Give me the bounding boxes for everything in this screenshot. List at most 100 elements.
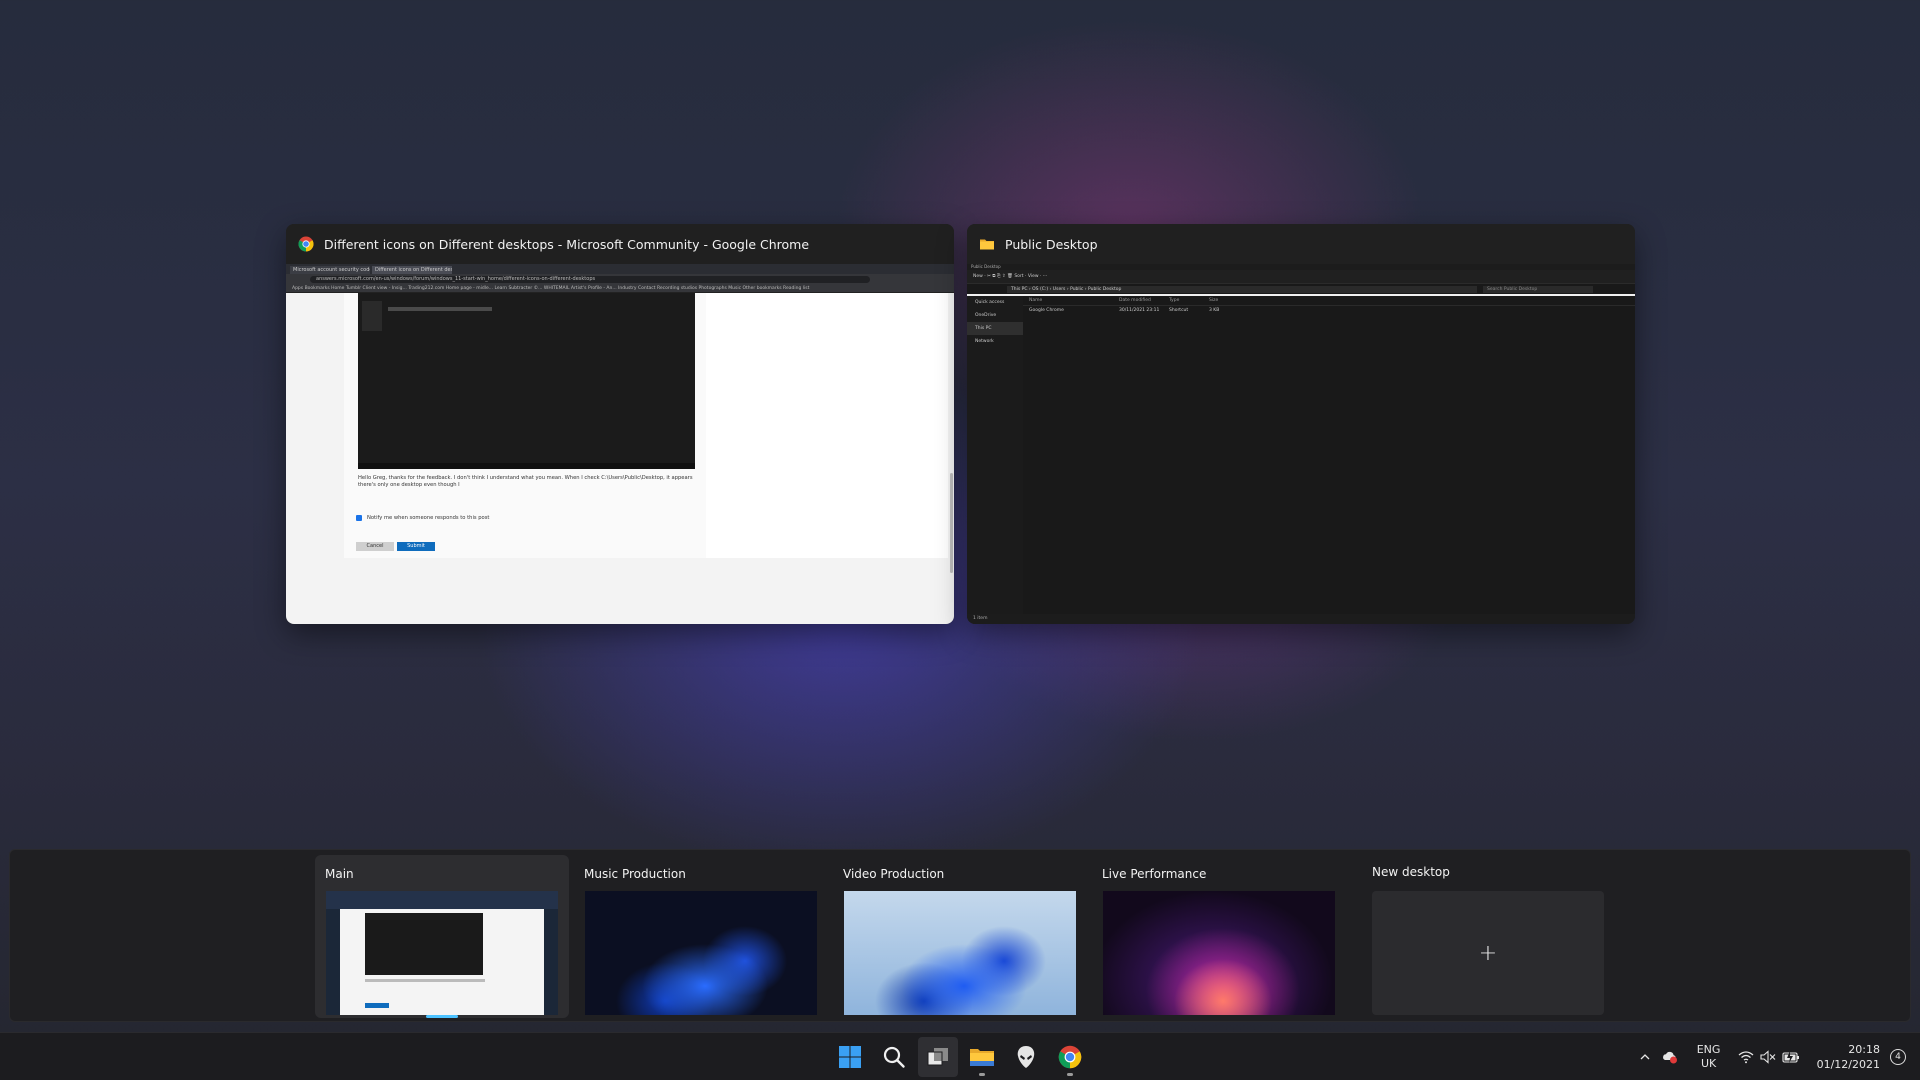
new-desktop-button[interactable]: New desktop +: [1372, 855, 1604, 1018]
nav-item-quick-access[interactable]: Quick access: [967, 296, 1023, 309]
file-explorer-button[interactable]: [962, 1037, 1002, 1077]
desktop-switcher: Main Music Production Video Production L…: [9, 849, 1911, 1022]
desktop-label: Video Production: [843, 867, 945, 881]
desktop-music-production[interactable]: Music Production: [574, 855, 828, 1018]
chrome-toolbar: answers.microsoft.com/en-us/windows/foru…: [286, 274, 954, 285]
file-date: 30/11/2021 23:11: [1119, 308, 1160, 313]
explorer-window-title: Public Desktop: [1005, 236, 1098, 252]
language-code: ENG: [1696, 1043, 1721, 1056]
nav-item-onedrive[interactable]: OneDrive: [967, 309, 1023, 322]
checkbox-checked-icon[interactable]: [356, 515, 362, 521]
show-hidden-icons-button[interactable]: [1633, 1051, 1657, 1063]
explorer-window-content: Public Desktop New · ✂ ⧉ ⎘ ⇪ 🗑 Sort · Vi…: [967, 264, 1635, 624]
desktop-thumbnail[interactable]: [1103, 891, 1335, 1015]
clock-time: 20:18: [1848, 1043, 1880, 1056]
taskbar: ENG UK 20:18 01/12/2021 4: [0, 1032, 1920, 1080]
chrome-icon: [1058, 1045, 1082, 1069]
desktop-label: Main: [325, 867, 354, 881]
search-icon: [883, 1046, 905, 1068]
desktop-label: Music Production: [584, 867, 686, 881]
active-desktop-indicator: [426, 1015, 458, 1018]
reply-text: Hello Greg, thanks for the feedback. I d…: [358, 475, 693, 488]
file-name: Google Chrome: [1029, 308, 1064, 313]
desktop-video-production[interactable]: Video Production: [833, 855, 1087, 1018]
chrome-tab-active[interactable]: Different icons on Different deskt: [372, 266, 452, 274]
file-type: Shortcut: [1169, 308, 1189, 313]
notification-count-badge: 4: [1895, 1052, 1901, 1062]
new-desktop-label: New desktop: [1372, 865, 1450, 879]
chrome-window-title-bar[interactable]: Different icons on Different desktops - …: [286, 224, 954, 264]
volume-muted-icon: [1760, 1050, 1775, 1064]
explorer-file-list: Name Date modified Type Size Google Chro…: [1023, 296, 1635, 614]
desktop-label: Live Performance: [1102, 867, 1207, 881]
chrome-icon: [298, 236, 314, 252]
keyboard-region: UK: [1700, 1057, 1717, 1070]
battery-button[interactable]: [1779, 1050, 1803, 1064]
notification-center-button[interactable]: 4: [1890, 1049, 1906, 1065]
chrome-window-title: Different icons on Different desktops - …: [324, 236, 810, 252]
chrome-window-content: Microsoft account security code Differen…: [286, 264, 954, 624]
start-button[interactable]: [830, 1037, 870, 1077]
explorer-window-preview[interactable]: Public Desktop Public Desktop New · ✂ ⧉ …: [967, 224, 1635, 624]
desktop-thumbnail[interactable]: [844, 891, 1076, 1015]
chrome-tab-strip: Microsoft account security code Differen…: [286, 264, 954, 274]
chrome-tab[interactable]: Microsoft account security code: [290, 266, 370, 274]
taskbar-apps: [830, 1033, 1090, 1080]
explorer-window-title-bar[interactable]: Public Desktop: [967, 224, 1635, 264]
clock-button[interactable]: 20:18 01/12/2021: [1817, 1042, 1880, 1072]
input-language-button[interactable]: ENG UK: [1689, 1043, 1729, 1071]
file-size: 3 KB: [1209, 308, 1220, 313]
nav-item-this-pc[interactable]: This PC: [967, 322, 1023, 335]
desktop-live-performance[interactable]: Live Performance: [1092, 855, 1346, 1018]
wifi-icon: [1738, 1051, 1754, 1064]
chrome-bookmarks-bar: Apps Bookmarks Home Tumblr Client view -…: [286, 285, 954, 293]
task-view-icon: [927, 1048, 948, 1066]
embedded-screenshot: [358, 293, 695, 469]
nav-item-network[interactable]: Network: [967, 335, 1023, 348]
file-row[interactable]: Google Chrome 30/11/2021 23:11 Shortcut …: [1023, 306, 1635, 315]
cancel-button[interactable]: Cancel: [356, 542, 394, 551]
column-header[interactable]: Name: [1029, 298, 1119, 303]
explorer-status-bar: 1 item: [967, 614, 1635, 624]
submit-button[interactable]: Submit: [397, 542, 435, 551]
desktop-thumbnail[interactable]: [326, 891, 558, 1015]
task-view-button[interactable]: [918, 1037, 958, 1077]
column-header[interactable]: Size: [1209, 298, 1239, 303]
chrome-window-preview[interactable]: Different icons on Different desktops - …: [286, 224, 954, 624]
clock-date: 01/12/2021: [1816, 1058, 1880, 1071]
chrome-address-bar[interactable]: answers.microsoft.com/en-us/windows/foru…: [310, 276, 870, 283]
explorer-command-bar[interactable]: New · ✂ ⧉ ⎘ ⇪ 🗑 Sort · View · ···: [967, 270, 1635, 284]
page-scrollbar[interactable]: [950, 473, 953, 573]
network-button[interactable]: [1735, 1050, 1757, 1064]
column-header[interactable]: Type: [1169, 298, 1209, 303]
search-button[interactable]: [874, 1037, 914, 1077]
start-icon: [839, 1046, 861, 1068]
file-list-header: Name Date modified Type Size: [1023, 296, 1635, 306]
volume-button[interactable]: [1757, 1050, 1779, 1064]
web-page: Hello Greg, thanks for the feedback. I d…: [286, 293, 954, 624]
cloud-alert-icon: [1662, 1051, 1677, 1064]
system-tray: ENG UK 20:18 01/12/2021 4: [1633, 1033, 1920, 1080]
reply-buttons: Cancel Submit: [356, 542, 435, 551]
desktop-main[interactable]: Main: [315, 855, 569, 1018]
notify-label: Notify me when someone responds to this …: [367, 515, 490, 521]
chevron-up-icon: [1640, 1054, 1650, 1060]
running-indicator: [1067, 1073, 1073, 1076]
chrome-button[interactable]: [1050, 1037, 1090, 1077]
running-indicator: [979, 1073, 985, 1076]
desktop-thumbnail[interactable]: [585, 891, 817, 1015]
alienware-icon: [1017, 1046, 1035, 1068]
alienware-button[interactable]: [1006, 1037, 1046, 1077]
explorer-nav-pane: Quick access OneDrive This PC Network: [967, 296, 1023, 614]
explorer-address-row: This PC › OS (C:) › Users › Public › Pub…: [967, 284, 1635, 294]
page-right-area: [706, 293, 948, 558]
explorer-address-bar[interactable]: This PC › OS (C:) › Users › Public › Pub…: [1007, 285, 1477, 293]
plus-icon[interactable]: +: [1372, 891, 1604, 1015]
battery-charging-icon: [1782, 1051, 1799, 1063]
notify-checkbox[interactable]: Notify me when someone responds to this …: [356, 515, 489, 521]
tray-app-button[interactable]: [1657, 1050, 1683, 1064]
folder-icon: [980, 239, 994, 250]
reply-card: Hello Greg, thanks for the feedback. I d…: [344, 293, 706, 558]
column-header[interactable]: Date modified: [1119, 298, 1169, 303]
explorer-search-input[interactable]: Search Public Desktop: [1483, 285, 1593, 293]
